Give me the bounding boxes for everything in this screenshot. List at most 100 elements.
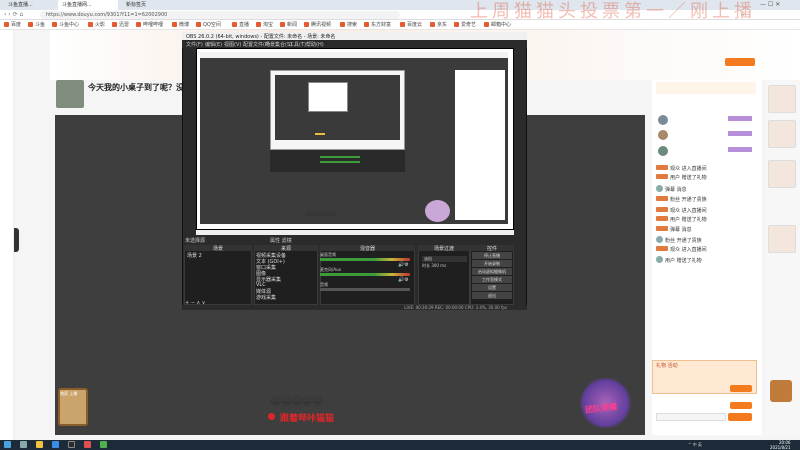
file-explorer-icon[interactable] [36, 441, 43, 448]
scene-item[interactable]: 场景 2 [185, 252, 250, 259]
browser-icon[interactable] [52, 441, 59, 448]
bookmark-favicon-icon [136, 22, 141, 27]
settings-button[interactable]: 设置 [472, 284, 512, 291]
sources-dock-header: 来源 [254, 245, 318, 252]
side-card[interactable] [768, 160, 796, 188]
bookmark-item[interactable]: 东方财富 [364, 21, 391, 28]
streamer-avatar[interactable] [770, 380, 792, 402]
left-nav-sidebar [0, 30, 14, 440]
nested-preview-emoji [315, 133, 325, 135]
url-input[interactable]: https://www.douyu.com/9301?f11=1=6200290… [40, 11, 400, 19]
bookmark-favicon-icon [28, 22, 33, 27]
start-menu-icon[interactable] [4, 441, 11, 448]
bookmark-item[interactable]: 腾讯视频 [304, 21, 331, 28]
transitions-dock [418, 245, 470, 305]
obs-menu-tools[interactable]: 工具(T) [289, 41, 306, 48]
send-gift-button[interactable] [730, 385, 752, 392]
system-tray[interactable]: ^ 中 英 [688, 442, 702, 448]
app-icon[interactable] [84, 441, 91, 448]
room-thumbnail [56, 80, 84, 108]
nested-mixer-bar [320, 156, 360, 158]
bookmark-item[interactable]: 火影 [88, 21, 105, 28]
bookmark-favicon-icon [430, 22, 435, 27]
bookmark-item[interactable]: 京东 [430, 21, 447, 28]
bookmark-item[interactable]: 斗鱼中心 [52, 21, 79, 28]
rank-tabs[interactable] [656, 82, 756, 94]
browser-tab[interactable]: 斗鱼直播... [4, 0, 52, 10]
bookmark-item[interactable]: 哔哩哔哩 [136, 21, 163, 28]
controls-dock-header: 控件 [470, 245, 514, 252]
stop-streaming-button[interactable]: 停止直播 [472, 252, 512, 259]
emoji-overlay: 😀😀😀😀😀 [270, 395, 323, 408]
taskbar-clock[interactable]: 20:06 2021/8/21 [770, 440, 791, 450]
rank-avatar[interactable] [658, 130, 668, 140]
bookmark-item[interactable]: 百度云 [400, 21, 422, 28]
rank-avatar[interactable] [658, 115, 668, 125]
chat-message: 用户 赠送了礼物 [656, 216, 756, 224]
video-subtitle: 跟着哔咔猫猫 [280, 414, 335, 424]
app-icon[interactable] [100, 441, 107, 448]
bookmark-item[interactable]: 淘宝 [256, 21, 273, 28]
chat-message: 用户 赠送了礼物 [656, 256, 756, 264]
follow-button[interactable] [725, 58, 755, 66]
user-avatar-icon [656, 185, 663, 192]
side-card[interactable] [768, 120, 796, 148]
bookmark-item[interactable]: 直播 [232, 21, 249, 28]
preview-emoji-row: 😀😀😀😀😀 [305, 210, 337, 218]
window-controls-icon[interactable]: — ☐ ✕ [760, 1, 780, 8]
level-badge-icon [656, 165, 668, 170]
send-gift-button[interactable] [730, 402, 752, 409]
bookmark-favicon-icon [232, 22, 237, 27]
bookmark-item[interactable]: 迅雷 [112, 21, 129, 28]
no-source-selected-label: 未选择源 [185, 238, 206, 244]
mixer-level-bar [320, 273, 410, 276]
bookmark-item[interactable]: 搜索 [340, 21, 357, 28]
bookmark-favicon-icon [400, 22, 405, 27]
side-card[interactable] [768, 85, 796, 113]
transition-select[interactable]: 淡出 [422, 256, 467, 262]
send-chat-button[interactable] [728, 413, 752, 421]
obs-menu-file[interactable]: 文件(F) [186, 41, 203, 48]
obs-menu-view[interactable]: 视图(V) [224, 41, 241, 48]
start-recording-button[interactable]: 开始录制 [472, 260, 512, 267]
browser-tab[interactable]: 新标签页 [122, 0, 172, 10]
nav-buttons-icon[interactable]: ‹ › ⟳ ⌂ [4, 11, 23, 18]
nested-preview-frame [308, 82, 348, 112]
user-avatar-icon [656, 256, 663, 263]
bookmark-item[interactable]: 微博 [172, 21, 189, 28]
search-icon[interactable] [20, 441, 27, 448]
bookmark-item[interactable]: 斗鱼 [28, 21, 45, 28]
level-badge-icon [656, 216, 668, 221]
chat-input[interactable] [656, 413, 726, 421]
source-item[interactable]: 游戏采集 [256, 294, 316, 301]
bookmark-favicon-icon [172, 22, 177, 27]
transition-duration[interactable]: 时长 300 ms [422, 263, 467, 269]
obs-menu-help[interactable]: 帮助(H) [306, 41, 324, 48]
rank-badge [728, 116, 752, 121]
level-badge-icon [656, 174, 668, 179]
bookmark-item[interactable]: 新闻 [280, 21, 297, 28]
bookmark-item[interactable]: 百度 [4, 21, 21, 28]
sidebar-collapse-handle[interactable] [14, 228, 19, 252]
scenes-dock-header: 场景 [184, 245, 252, 252]
volume-icon[interactable]: 🔊⚙ [398, 277, 409, 283]
bookmark-favicon-icon [112, 22, 117, 27]
bookmark-item[interactable]: QQ空间 [196, 21, 221, 28]
mixer-level-bar [320, 288, 410, 291]
rank-avatar[interactable] [658, 146, 668, 156]
chat-message: 观众 进入直播间 [656, 207, 756, 215]
browser-tab-active[interactable]: 斗鱼直播网... [58, 0, 118, 10]
mixer-dock-header: 混音器 [320, 245, 415, 252]
chat-message: 用户 赠送了礼物 [656, 174, 756, 182]
virtual-camera-button[interactable]: 启动虚拟摄像机 [472, 268, 512, 275]
obs-icon[interactable] [68, 441, 75, 448]
properties-filters-buttons[interactable]: 属性 滤镜 [270, 237, 292, 244]
level-badge-icon [656, 226, 668, 231]
obs-title-bar: OBS 26.0.2 (64-bit, windows) - 配置文件: 未命名… [182, 32, 527, 40]
obs-menu-edit[interactable]: 编辑(E) [205, 41, 222, 48]
exit-button[interactable]: 退出 [472, 292, 512, 299]
volume-icon[interactable]: 🔊⚙ [398, 262, 409, 268]
side-card[interactable] [768, 225, 796, 253]
stream-overlay-title: 上周猫猫头投票第一／刚上播 [470, 1, 756, 22]
studio-mode-button[interactable]: 工作室模式 [472, 276, 512, 283]
